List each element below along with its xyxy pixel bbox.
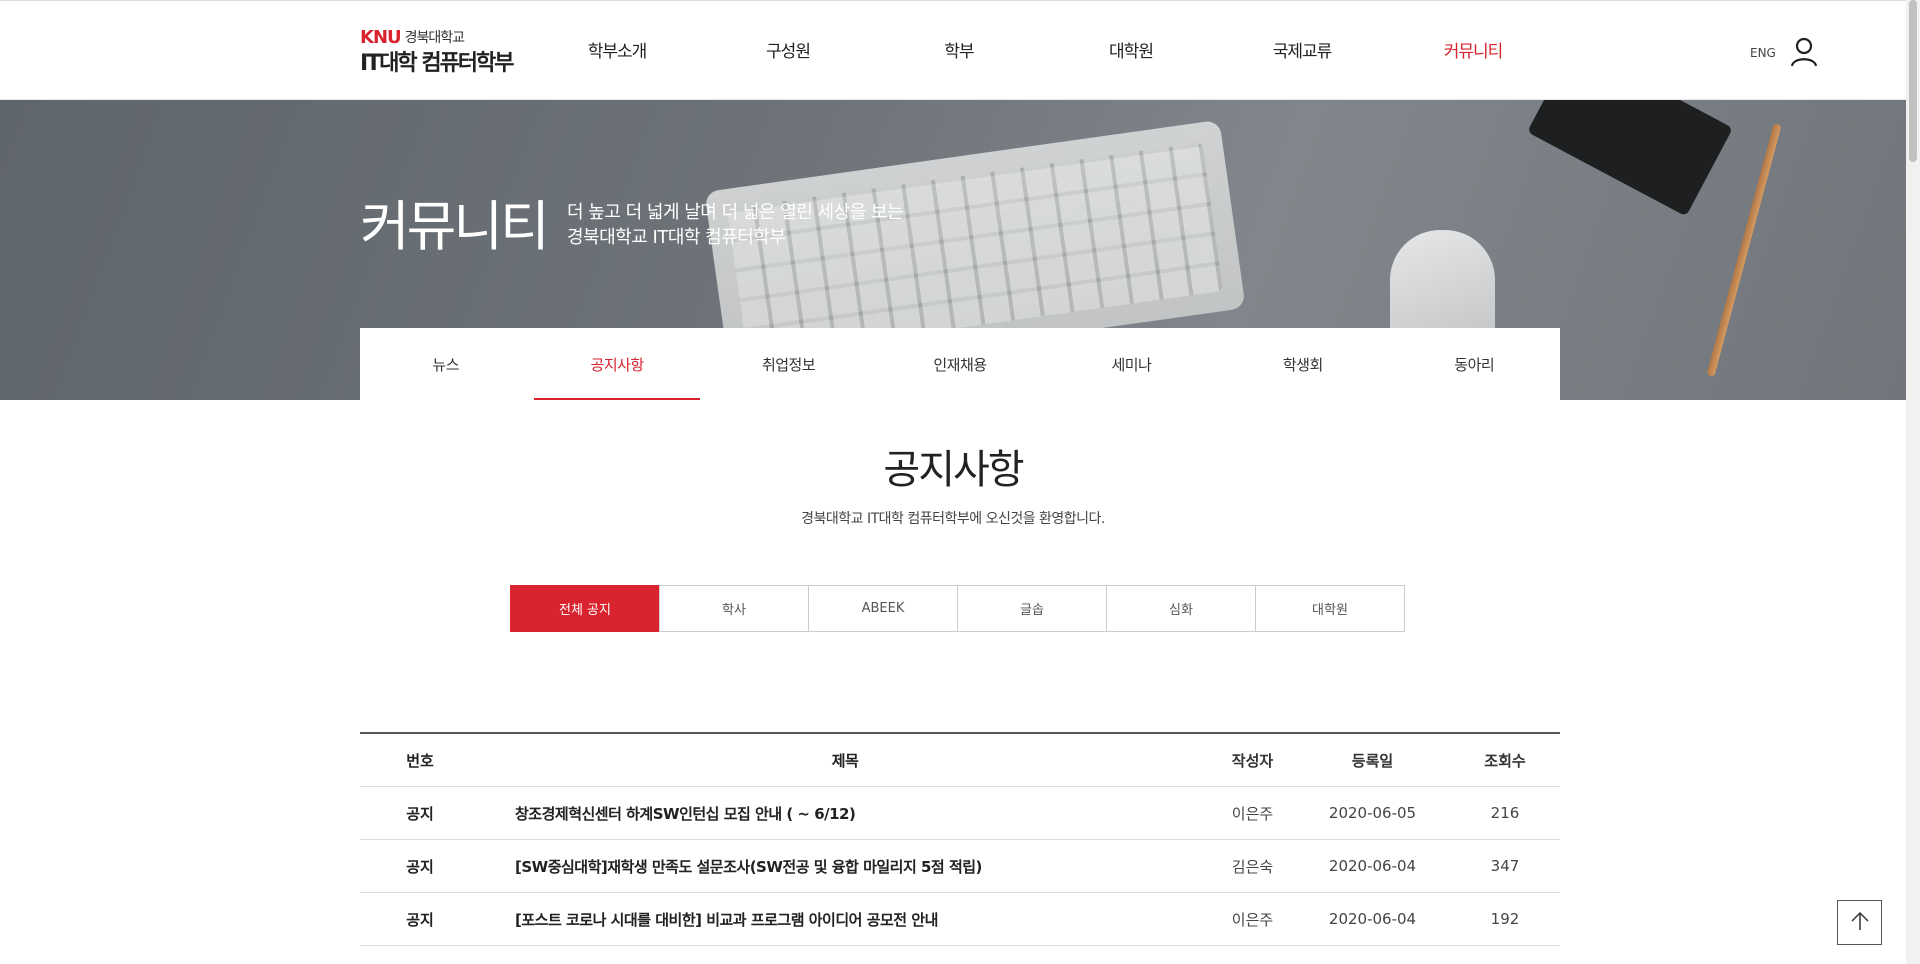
category-abeek[interactable]: ABEEK xyxy=(808,585,958,632)
main-navigation: 학부소개 구성원 학부 대학원 국제교류 커뮤니티 xyxy=(540,31,1540,67)
logo-top-row: KNU 경북대학교 xyxy=(360,29,530,47)
row-title-link[interactable]: [SW중심대학]재학생 만족도 설문조사(SW전공 및 융합 마일리지 5점 적… xyxy=(480,856,1210,877)
nav-item-undergraduate[interactable]: 학부 xyxy=(944,37,974,62)
nav-item-about[interactable]: 학부소개 xyxy=(588,37,648,62)
category-advanced[interactable]: 심화 xyxy=(1106,585,1256,632)
tab-recruitment[interactable]: 인재채용 xyxy=(874,328,1045,400)
page-subtitle: 경북대학교 IT대학 컴퓨터학부에 오신것을 환영합니다. xyxy=(801,511,1105,527)
category-graduate[interactable]: 대학원 xyxy=(1255,585,1405,632)
row-number: 공지 xyxy=(406,804,434,823)
table-row[interactable]: 공지 [SW중심대학]재학생 만족도 설문조사(SW전공 및 융합 마일리지 5… xyxy=(360,840,1560,893)
row-date: 2020-06-05 xyxy=(1328,804,1417,822)
row-title-link[interactable]: 창조경제혁신센터 하계SW인턴십 모집 안내 ( ~ 6/12) xyxy=(480,803,1210,824)
row-date: 2020-06-04 xyxy=(1328,857,1417,875)
table-header-row: 번호 제목 작성자 등록일 조회수 xyxy=(360,734,1560,787)
col-header-views: 조회수 xyxy=(1484,751,1526,770)
tab-student-council[interactable]: 학생회 xyxy=(1217,328,1388,400)
nav-item-international[interactable]: 국제교류 xyxy=(1273,37,1333,62)
table-row[interactable]: 공지 창조경제혁신센터 하계SW인턴십 모집 안내 ( ~ 6/12) 이은주 … xyxy=(360,787,1560,840)
notice-category-filter: 전체 공지 학사 ABEEK 글솝 심화 대학원 xyxy=(510,585,1411,632)
notice-table: 번호 제목 작성자 등록일 조회수 공지 창조경제혁신센터 하계SW인턴십 모집… xyxy=(360,732,1560,946)
logo-knu-mark: KNU xyxy=(360,27,402,48)
row-number: 공지 xyxy=(406,857,434,876)
logo-university-name: 경북대학교 xyxy=(404,30,465,46)
hero-slogan-line2: 경북대학교 IT대학 컴퓨터학부 xyxy=(567,227,786,248)
scrollbar-thumb[interactable] xyxy=(1909,0,1917,162)
tab-news[interactable]: 뉴스 xyxy=(360,328,531,400)
row-number: 공지 xyxy=(406,910,434,929)
user-icon[interactable] xyxy=(1790,37,1818,67)
site-header: KNU 경북대학교 IT대학 컴퓨터학부 학부소개 구성원 학부 대학원 국제교… xyxy=(0,0,1920,100)
hero-pencil-image xyxy=(1706,123,1782,377)
table-row[interactable]: 공지 [포스트 코로나 시대를 대비한] 비교과 프로그램 아이디어 공모전 안… xyxy=(360,893,1560,946)
language-toggle[interactable]: ENG xyxy=(1750,46,1776,60)
category-all[interactable]: 전체 공지 xyxy=(510,585,660,632)
col-header-number: 번호 xyxy=(406,751,434,770)
hero-notebook-image xyxy=(1527,100,1733,217)
tab-seminar[interactable]: 세미나 xyxy=(1046,328,1217,400)
site-logo[interactable]: KNU 경북대학교 IT대학 컴퓨터학부 xyxy=(360,29,530,77)
category-glosop[interactable]: 글솝 xyxy=(957,585,1107,632)
page-title: 공지사항 xyxy=(883,447,1024,493)
hero-slogan: 더 높고 더 넓게 날며 더 넓은 열린 세상을 보는 경북대학교 IT대학 컴… xyxy=(567,200,904,250)
community-subtabs: 뉴스 공지사항 취업정보 인재채용 세미나 학생회 동아리 xyxy=(360,328,1560,400)
row-writer: 이은주 xyxy=(1231,804,1274,823)
tab-clubs[interactable]: 동아리 xyxy=(1389,328,1560,400)
arrow-up-icon xyxy=(1849,910,1871,936)
row-writer: 김은숙 xyxy=(1231,857,1274,876)
col-header-date: 등록일 xyxy=(1351,751,1394,770)
category-academic[interactable]: 학사 xyxy=(659,585,809,632)
col-header-title: 제목 xyxy=(831,751,859,770)
nav-item-members[interactable]: 구성원 xyxy=(766,37,811,62)
page-scrollbar[interactable] xyxy=(1906,0,1920,964)
hero-slogan-line1: 더 높고 더 넓게 날며 더 넓은 열린 세상을 보는 xyxy=(567,202,904,223)
row-views: 192 xyxy=(1490,910,1520,928)
tab-notices[interactable]: 공지사항 xyxy=(531,328,702,400)
hero-title: 커뮤니티 xyxy=(360,195,550,258)
scroll-to-top-button[interactable] xyxy=(1837,900,1882,945)
col-header-writer: 작성자 xyxy=(1231,751,1274,770)
row-date: 2020-06-04 xyxy=(1328,910,1417,928)
row-writer: 이은주 xyxy=(1231,910,1274,929)
logo-department-name: IT대학 컴퓨터학부 xyxy=(360,51,515,76)
row-views: 216 xyxy=(1490,804,1520,822)
tab-jobs[interactable]: 취업정보 xyxy=(703,328,874,400)
row-views: 347 xyxy=(1490,857,1520,875)
nav-item-graduate[interactable]: 대학원 xyxy=(1109,37,1154,62)
nav-item-community[interactable]: 커뮤니티 xyxy=(1444,37,1504,62)
row-title-link[interactable]: [포스트 코로나 시대를 대비한] 비교과 프로그램 아이디어 공모전 안내 xyxy=(480,909,1210,930)
